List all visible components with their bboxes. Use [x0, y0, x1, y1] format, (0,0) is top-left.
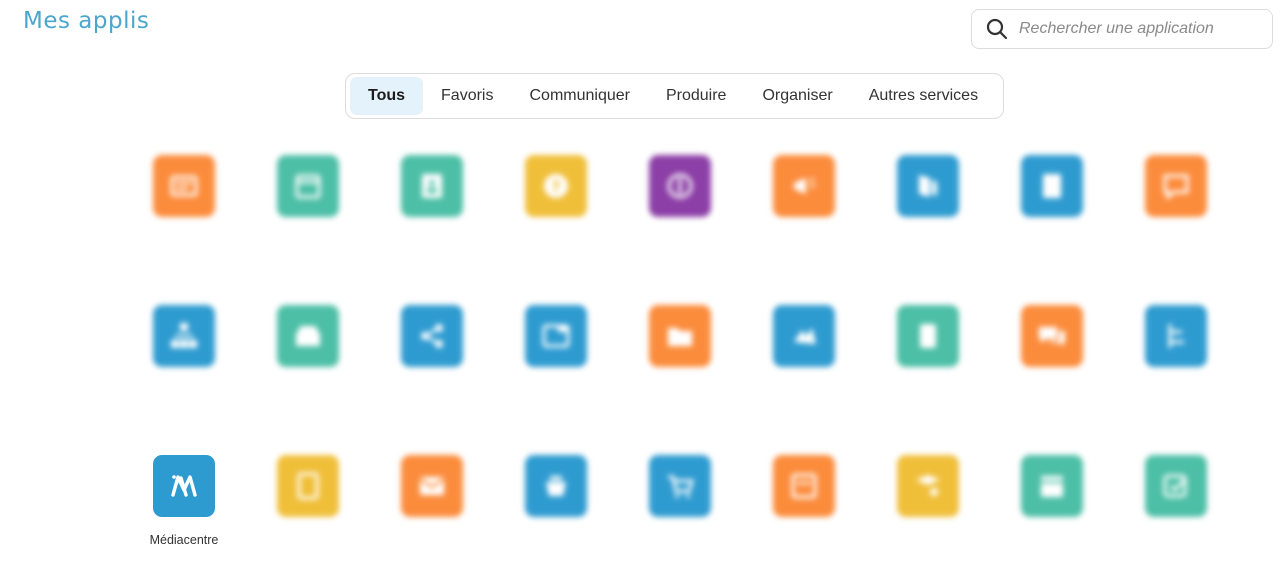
app-blurred-17[interactable] [990, 305, 1114, 455]
app-blurred-16[interactable] [866, 305, 990, 455]
tab-autres-services[interactable]: Autres services [851, 77, 996, 115]
category-tabs: Tous Favoris Communiquer Produire Organiser A… [345, 73, 1004, 119]
news-icon [153, 155, 215, 217]
mindmap-icon [153, 305, 215, 367]
chat-bubble-icon [1145, 155, 1207, 217]
forum-icon [1021, 305, 1083, 367]
app-blurred-23[interactable] [618, 455, 742, 588]
app-blurred-21[interactable] [370, 455, 494, 588]
search-icon [985, 17, 1009, 41]
app-blurred-6[interactable] [742, 155, 866, 305]
tab-organiser[interactable]: Organiser [744, 77, 850, 115]
megaphone-icon [773, 155, 835, 217]
app-blurred-3[interactable] [370, 155, 494, 305]
timeline-icon [1145, 305, 1207, 367]
tab-produire[interactable]: Produire [648, 77, 744, 115]
class-settings-icon [897, 455, 959, 517]
app-blurred-27[interactable] [1114, 455, 1238, 588]
app-blurred-15[interactable] [742, 305, 866, 455]
poll-icon [1145, 455, 1207, 517]
calendar-icon [277, 155, 339, 217]
pages-icon [773, 455, 835, 517]
app-blurred-26[interactable] [990, 455, 1114, 588]
app-blurred-1[interactable] [122, 155, 246, 305]
app-label: Médiacentre [149, 533, 219, 547]
search-box[interactable] [971, 9, 1273, 49]
tab-communiquer[interactable]: Communiquer [511, 77, 647, 115]
library-icon [649, 155, 711, 217]
tab-tous[interactable]: Tous [350, 77, 424, 115]
app-blurred-7[interactable] [866, 155, 990, 305]
app-blurred-2[interactable] [246, 155, 370, 305]
search-input[interactable] [1019, 20, 1259, 38]
app-blurred-20[interactable] [246, 455, 370, 588]
app-blurred-5[interactable] [618, 155, 742, 305]
help-icon: ? [525, 155, 587, 217]
inbox-icon [277, 305, 339, 367]
form-icon [897, 305, 959, 367]
app-blurred-13[interactable] [494, 305, 618, 455]
book-icon [897, 155, 959, 217]
folder-icon [649, 305, 711, 367]
app-mediacentre[interactable]: Médiacentre [122, 455, 246, 588]
app-blurred-18[interactable] [1114, 305, 1238, 455]
contacts-icon [401, 155, 463, 217]
tab-favoris[interactable]: Favoris [423, 77, 511, 115]
cart-icon [649, 455, 711, 517]
app-grid: ? Médiacentre [122, 155, 1242, 588]
documents-icon [277, 455, 339, 517]
app-blurred-11[interactable] [246, 305, 370, 455]
app-blurred-14[interactable] [618, 305, 742, 455]
app-blurred-12[interactable] [370, 305, 494, 455]
app-blurred-10[interactable] [122, 305, 246, 455]
notebook-icon [1021, 155, 1083, 217]
app-blurred-24[interactable] [742, 455, 866, 588]
app-blurred-25[interactable] [866, 455, 990, 588]
app-blurred-8[interactable] [990, 155, 1114, 305]
app-blurred-4[interactable]: ? [494, 155, 618, 305]
page-title: Mes applis [23, 8, 150, 34]
svg-text:?: ? [551, 177, 560, 196]
app-blurred-22[interactable] [494, 455, 618, 588]
exercises-icon [773, 305, 835, 367]
share-icon [401, 305, 463, 367]
basket-icon [525, 455, 587, 517]
mediacentre-icon [153, 455, 215, 517]
courses-icon [525, 305, 587, 367]
app-blurred-9[interactable] [1114, 155, 1238, 305]
mail-icon [401, 455, 463, 517]
booking-icon [1021, 455, 1083, 517]
